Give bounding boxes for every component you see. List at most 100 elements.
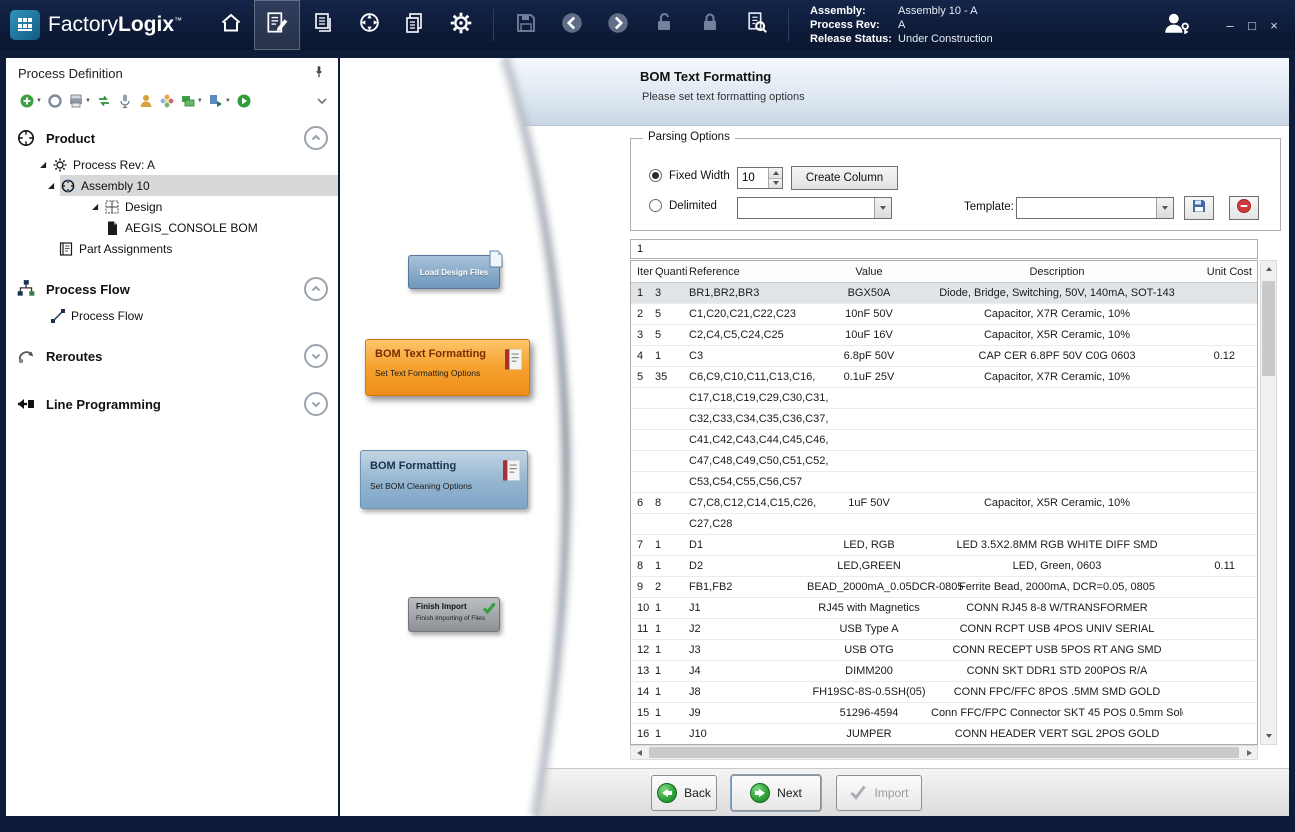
table-row[interactable]: 111J2USB Type ACONN RCPT USB 4POS UNIV S…: [631, 619, 1257, 640]
microphone-icon[interactable]: [117, 93, 133, 109]
table-row[interactable]: C41,C42,C43,C44,C45,C46,: [631, 430, 1257, 451]
table-row[interactable]: C27,C28: [631, 514, 1257, 535]
back-button[interactable]: Back: [651, 775, 717, 811]
go-icon[interactable]: [236, 93, 252, 109]
section-reroutes[interactable]: Reroutes: [6, 340, 338, 372]
scrollbar-thumb[interactable]: [1262, 281, 1275, 376]
column-header[interactable]: Value: [807, 266, 931, 278]
scroll-right-icon[interactable]: [1241, 746, 1257, 759]
stepper-down-icon[interactable]: [769, 178, 782, 189]
user-account-button[interactable]: [1159, 10, 1193, 41]
delimiter-combobox[interactable]: [737, 197, 892, 219]
table-row[interactable]: C17,C18,C19,C29,C30,C31,: [631, 388, 1257, 409]
table-row[interactable]: 161J10JUMPERCONN HEADER VERT SGL 2POS GO…: [631, 724, 1257, 745]
tree-item-assembly[interactable]: ◢ Assembly 10: [6, 175, 338, 196]
vertical-scrollbar[interactable]: [1260, 260, 1277, 745]
tree-item-process-flow[interactable]: Process Flow: [6, 305, 338, 326]
next-button[interactable]: Next: [731, 775, 821, 811]
pin-icon[interactable]: [312, 65, 326, 82]
section-process-flow[interactable]: Process Flow: [6, 273, 338, 305]
section-line-programming[interactable]: Line Programming: [6, 388, 338, 420]
table-row[interactable]: C53,C54,C55,C56,C57: [631, 472, 1257, 493]
expand-down-icon[interactable]: [304, 344, 328, 368]
column-header[interactable]: Description: [931, 266, 1183, 278]
table-row[interactable]: 13BR1,BR2,BR3BGX50ADiode, Bridge, Switch…: [631, 283, 1257, 304]
tree-item-part-assignments[interactable]: Part Assignments: [6, 238, 338, 259]
expander-icon[interactable]: ◢: [92, 202, 104, 211]
home-button[interactable]: [208, 0, 254, 50]
expander-icon[interactable]: ◢: [48, 181, 60, 190]
maximize-button[interactable]: □: [1241, 18, 1263, 33]
scroll-up-icon[interactable]: [1261, 261, 1276, 277]
lock-button[interactable]: [687, 0, 733, 50]
table-row[interactable]: C32,C33,C34,C35,C36,C37,: [631, 409, 1257, 430]
sync-icon[interactable]: [96, 93, 112, 109]
table-row[interactable]: 535C6,C9,C10,C11,C13,C16,0.1uF 25VCapaci…: [631, 367, 1257, 388]
tree-item-bom-file[interactable]: AEGIS_CONSOLE BOM: [6, 217, 338, 238]
unlock-button[interactable]: [641, 0, 687, 50]
step-bom-text-formatting[interactable]: BOM Text Formatting Set Text Formatting …: [365, 339, 530, 396]
table-row[interactable]: 92FB1,FB2BEAD_2000mA_0.05DCR-0805Ferrite…: [631, 577, 1257, 598]
folders-icon[interactable]: [180, 93, 196, 109]
tree-item-process-rev[interactable]: ◢ Process Rev: A: [6, 154, 338, 175]
table-row[interactable]: 68C7,C8,C12,C14,C15,C26,1uF 50VCapacitor…: [631, 493, 1257, 514]
settings-button[interactable]: [438, 0, 484, 50]
column-header[interactable]: Item: [631, 266, 653, 278]
table-row[interactable]: 121J3USB OTGCONN RECEPT USB 5POS RT ANG …: [631, 640, 1257, 661]
table-row[interactable]: 35C2,C4,C5,C24,C2510uF 16VCapacitor, X5R…: [631, 325, 1257, 346]
forward-nav-button[interactable]: [595, 0, 641, 50]
scrollbar-thumb[interactable]: [649, 747, 1239, 758]
close-button[interactable]: ×: [1263, 18, 1285, 33]
table-row[interactable]: C47,C48,C49,C50,C51,C52,: [631, 451, 1257, 472]
expander-icon[interactable]: ◢: [40, 160, 52, 169]
minimize-button[interactable]: –: [1219, 18, 1241, 33]
navigation-button[interactable]: [346, 0, 392, 50]
table-row[interactable]: 141J8FH19SC-8S-0.5SH(05)CONN FPC/FFC 8PO…: [631, 682, 1257, 703]
step-finish-import[interactable]: Finish Import Finish Importing of Files: [408, 597, 500, 632]
print-icon[interactable]: [68, 93, 84, 109]
delete-template-button[interactable]: [1229, 196, 1259, 220]
person-icon[interactable]: [138, 93, 154, 109]
scroll-down-icon[interactable]: [1261, 728, 1276, 744]
table-row[interactable]: 25C1,C20,C21,C22,C2310nF 50VCapacitor, X…: [631, 304, 1257, 325]
dropdown-arrow-icon[interactable]: ▼: [85, 98, 91, 104]
collapse-up-icon[interactable]: [304, 126, 328, 150]
back-nav-button[interactable]: [549, 0, 595, 50]
documents-button[interactable]: [392, 0, 438, 50]
selected-tree-item[interactable]: Assembly 10: [60, 175, 338, 196]
link-icon[interactable]: [47, 93, 63, 109]
fixed-width-input[interactable]: [738, 168, 768, 188]
flower-icon[interactable]: [159, 93, 175, 109]
expand-down-icon[interactable]: [304, 392, 328, 416]
collapse-up-icon[interactable]: [304, 277, 328, 301]
dropdown-arrow-icon[interactable]: ▼: [197, 98, 203, 104]
collapse-icon[interactable]: [314, 93, 330, 109]
delimited-radio[interactable]: [649, 199, 662, 212]
template-combobox[interactable]: [1016, 197, 1174, 219]
save-template-button[interactable]: [1184, 196, 1214, 220]
column-header[interactable]: Reference: [687, 266, 807, 278]
table-row[interactable]: 151J951296-4594Conn FFC/FPC Connector SK…: [631, 703, 1257, 724]
fixed-width-stepper[interactable]: [737, 167, 783, 189]
dropdown-arrow-icon[interactable]: [1156, 198, 1173, 218]
column-header[interactable]: Unit Cost: [1183, 266, 1257, 278]
step-load-design-files[interactable]: Load Design Files: [408, 255, 500, 289]
dropdown-arrow-icon[interactable]: ▼: [225, 98, 231, 104]
stepper-up-icon[interactable]: [769, 168, 782, 178]
raw-line-preview[interactable]: 1: [630, 239, 1258, 259]
horizontal-scrollbar[interactable]: [630, 745, 1258, 760]
section-product[interactable]: Product: [6, 122, 338, 154]
step-bom-formatting[interactable]: BOM Formatting Set BOM Cleaning Options: [360, 450, 528, 509]
tree-item-design[interactable]: ◢ Design: [6, 196, 338, 217]
create-column-button[interactable]: Create Column: [791, 166, 898, 190]
table-row[interactable]: 71D1LED, RGBLED 3.5X2.8MM RGB WHITE DIFF…: [631, 535, 1257, 556]
dropdown-arrow-icon[interactable]: [874, 198, 891, 218]
fixed-width-radio[interactable]: [649, 169, 662, 182]
column-header[interactable]: Quantity: [653, 266, 687, 278]
table-row[interactable]: 41C36.8pF 50VCAP CER 6.8PF 50V C0G 06030…: [631, 346, 1257, 367]
add-icon[interactable]: [19, 93, 35, 109]
export-icon[interactable]: [208, 93, 224, 109]
import-button[interactable]: Import: [836, 775, 922, 811]
table-row[interactable]: 131J4DIMM200CONN SKT DDR1 STD 200POS R/A: [631, 661, 1257, 682]
scroll-left-icon[interactable]: [631, 746, 647, 759]
